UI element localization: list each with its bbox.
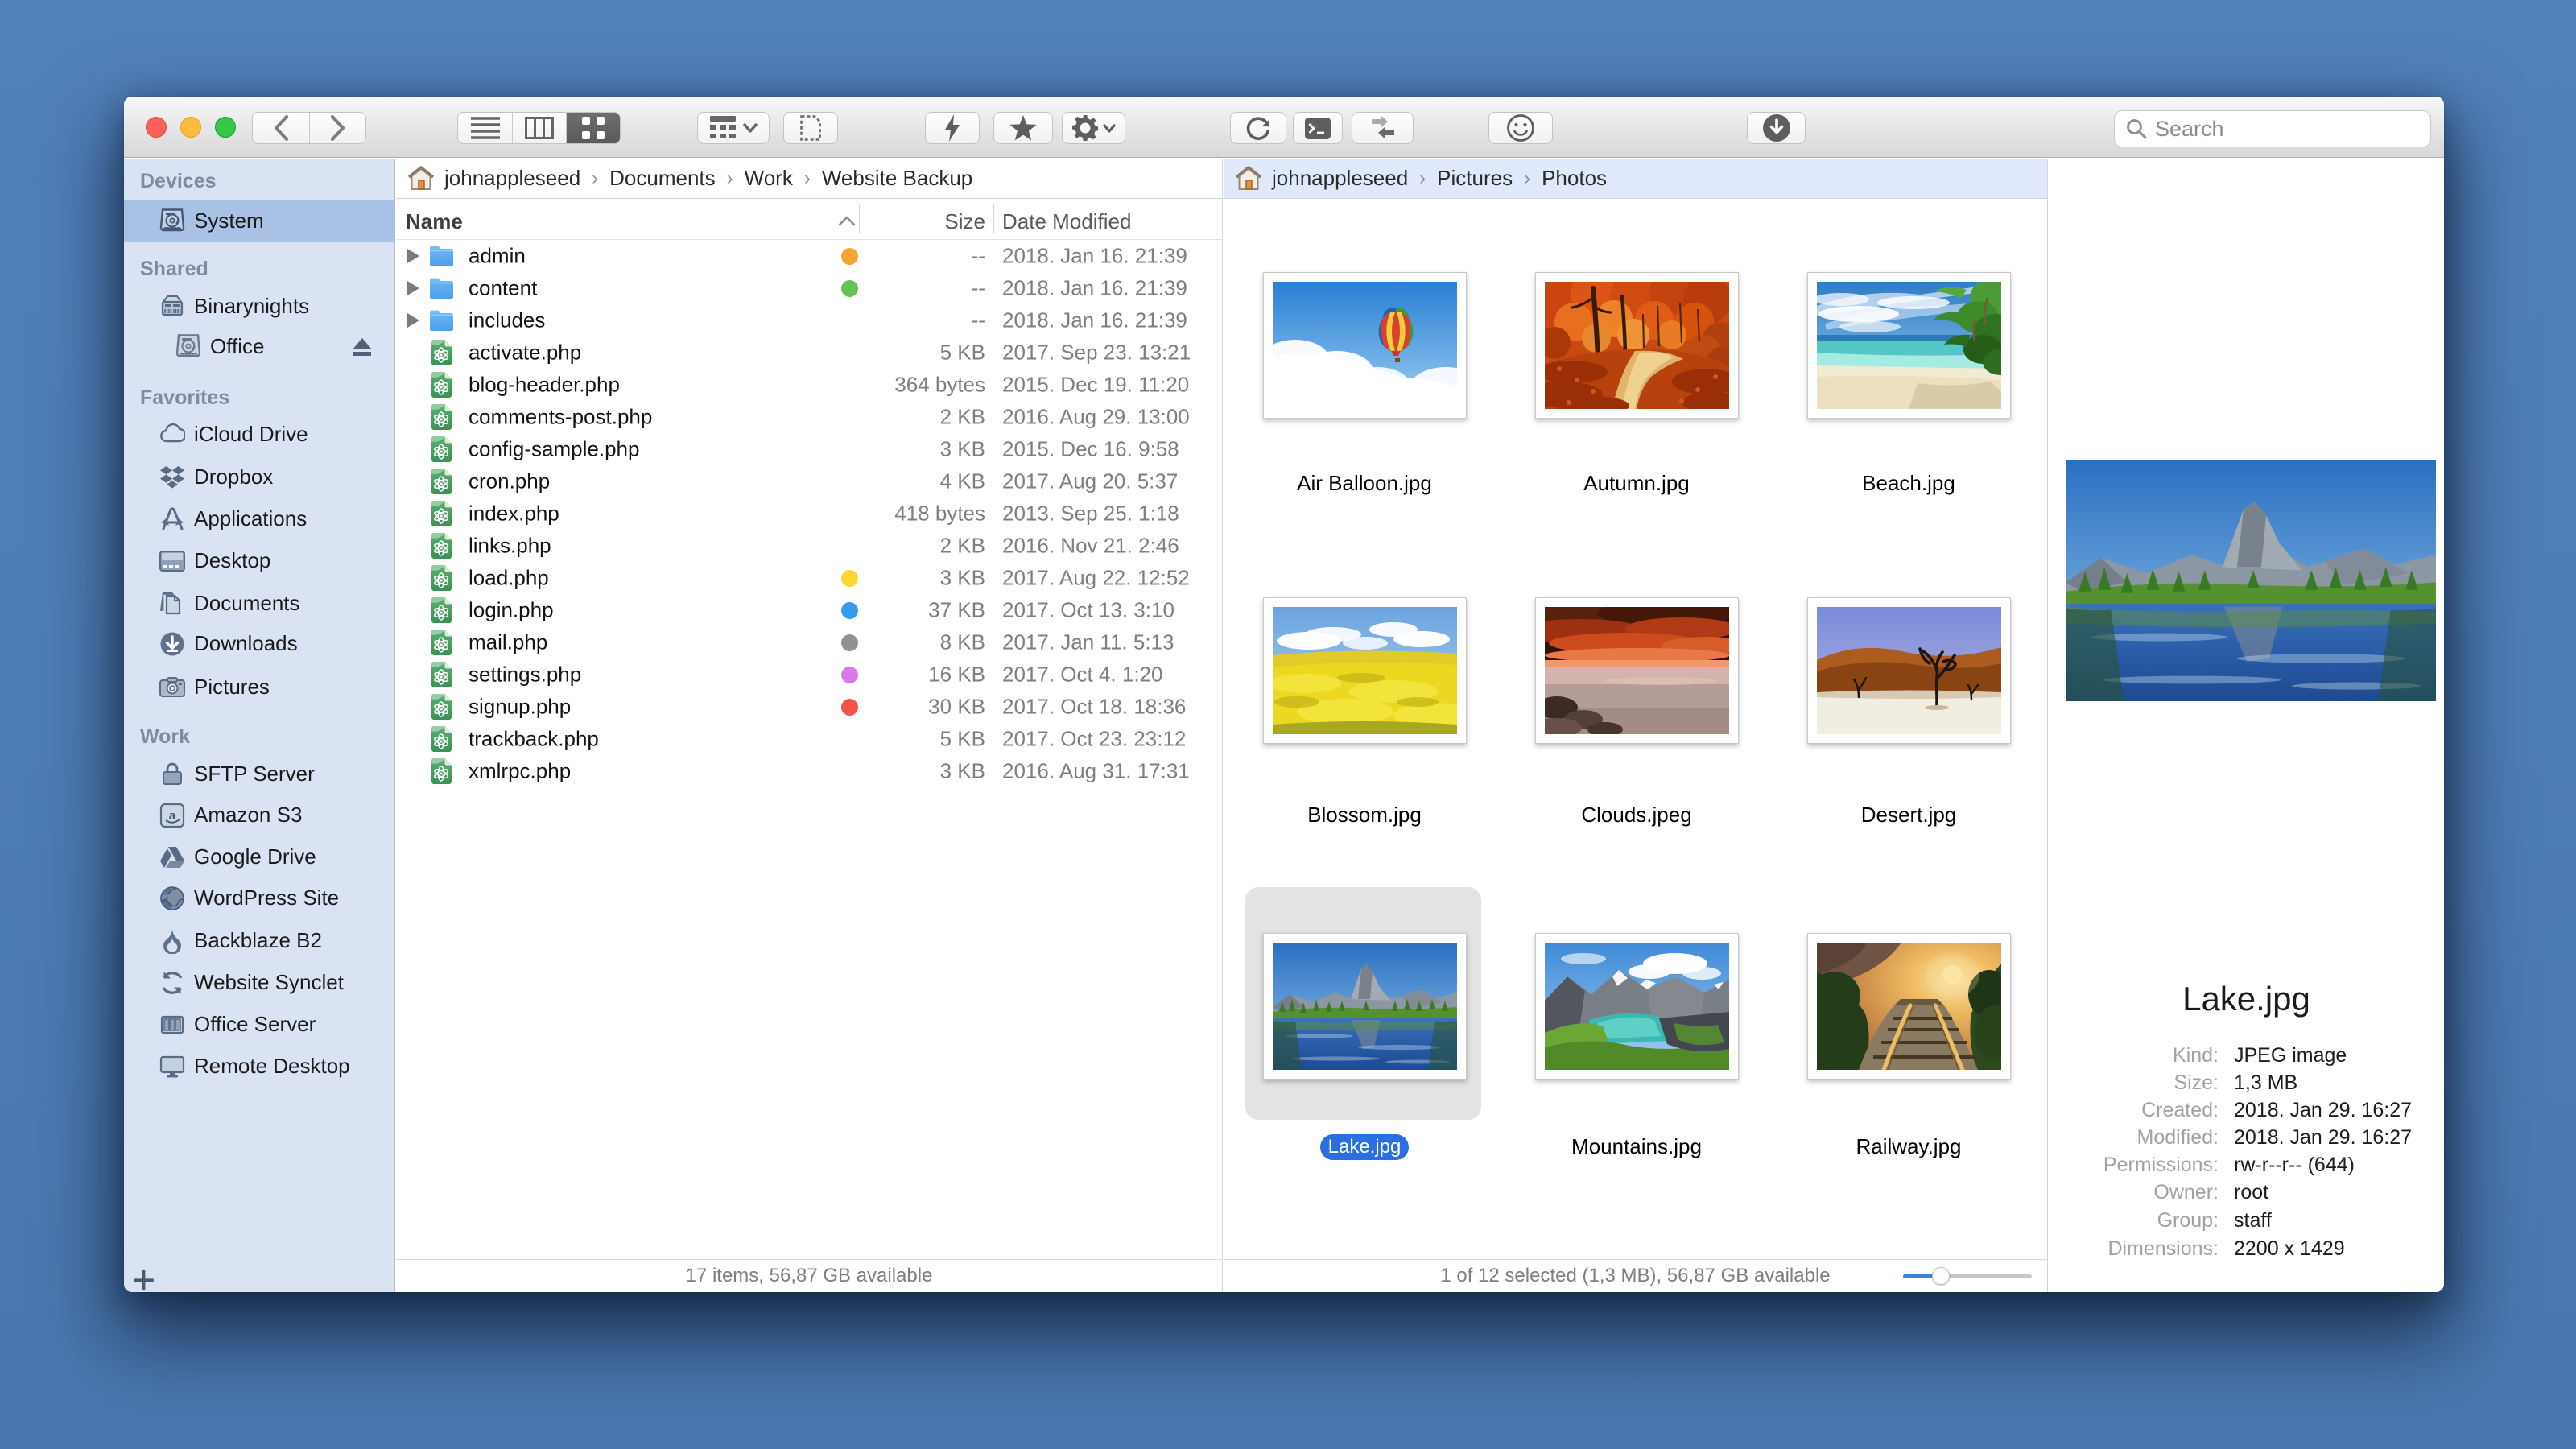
svg-text:a: a — [169, 807, 176, 823]
